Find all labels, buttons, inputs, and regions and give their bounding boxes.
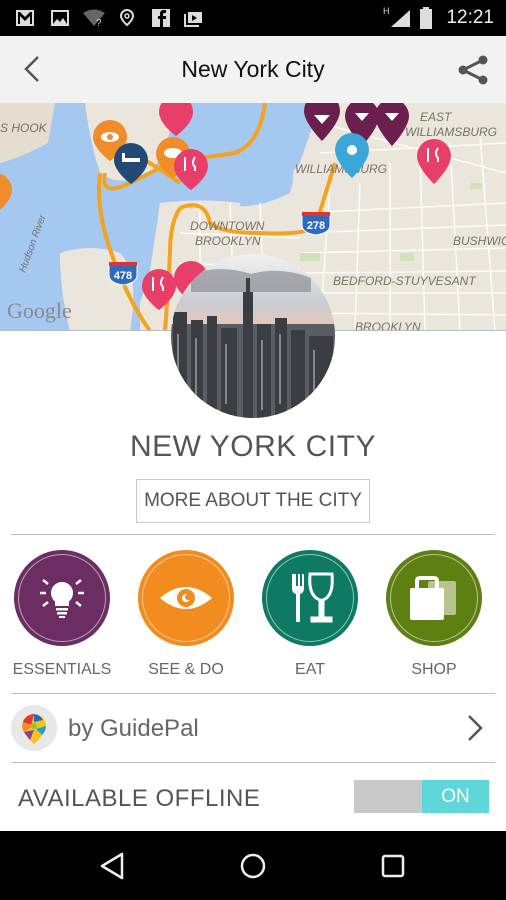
shopping-bag-icon xyxy=(410,576,456,620)
category-circle xyxy=(138,550,234,646)
svg-text:478: 478 xyxy=(114,270,132,282)
divider xyxy=(11,693,495,694)
more-about-city-button[interactable]: MORE ABOUT THE CITY xyxy=(136,479,370,523)
gmail-icon xyxy=(16,10,34,26)
signal-icon xyxy=(391,10,410,27)
nav-recents-button[interactable] xyxy=(378,851,408,881)
offline-label: AVAILABLE OFFLINE xyxy=(18,785,261,812)
map-label: WILLIAMSBURG xyxy=(405,125,497,139)
category-circle xyxy=(386,550,482,646)
play-store-icon xyxy=(184,12,202,27)
wifi-unknown-icon: ? xyxy=(83,9,105,27)
offline-row: AVAILABLE OFFLINE ON xyxy=(0,763,506,831)
eat-marker xyxy=(417,139,451,184)
facebook-icon xyxy=(152,9,170,27)
battery-icon xyxy=(420,7,432,29)
category-shop[interactable]: SHOP xyxy=(386,550,482,678)
map-label: EAST xyxy=(420,110,453,124)
nav-back-button[interactable] xyxy=(98,851,128,881)
share-button[interactable] xyxy=(456,53,490,87)
park-area xyxy=(300,253,320,261)
map-label: BROOKLYN xyxy=(195,234,261,248)
category-see-do[interactable]: SEE & DO xyxy=(138,550,234,678)
map-label: DOWNTOWN xyxy=(190,219,265,233)
highway-shield-278: 278 xyxy=(301,212,331,236)
divider xyxy=(11,534,495,535)
app-bar: New York City xyxy=(0,36,506,103)
eye-icon xyxy=(160,587,212,609)
svg-text:278: 278 xyxy=(307,220,325,232)
map-label: BUSHWICK xyxy=(453,234,506,248)
park-area xyxy=(400,253,414,261)
map-label: BROOKLYN xyxy=(355,320,421,331)
clock: 12:21 xyxy=(446,7,494,28)
category-essentials[interactable]: ESSENTIALS xyxy=(13,550,111,678)
fork-glass-icon xyxy=(292,572,334,623)
gallery-icon xyxy=(51,10,69,26)
city-photo xyxy=(171,254,335,418)
status-bar: ? H 12:21 xyxy=(0,0,506,36)
category-circle xyxy=(262,550,358,646)
google-attribution: Google xyxy=(7,298,72,323)
city-name: NEW YORK CITY xyxy=(130,430,376,463)
category-circle xyxy=(14,550,110,646)
guidepal-label: by GuidePal xyxy=(68,715,199,742)
guidepal-row[interactable]: by GuidePal xyxy=(0,695,506,761)
page-title: New York City xyxy=(181,56,325,82)
location-pin-icon xyxy=(119,9,135,27)
map-label: S HOOK xyxy=(0,121,48,135)
toggle-on-state: ON xyxy=(422,780,489,813)
navigation-bar xyxy=(0,831,506,900)
highway-shield-478: 478 xyxy=(108,262,138,286)
park-area xyxy=(470,183,482,189)
guidepal-logo xyxy=(11,705,57,751)
svg-text:?: ? xyxy=(96,18,102,27)
offline-toggle[interactable]: ON xyxy=(354,780,489,813)
category-label: SHOP xyxy=(411,661,457,678)
lightbulb-icon xyxy=(40,579,84,618)
chevron-right-icon xyxy=(468,715,483,741)
drink-marker xyxy=(304,103,340,141)
nav-home-button[interactable] xyxy=(238,851,268,881)
category-eat[interactable]: EAT xyxy=(262,550,358,678)
map-label: BEDFORD-STUYVESANT xyxy=(333,274,477,288)
